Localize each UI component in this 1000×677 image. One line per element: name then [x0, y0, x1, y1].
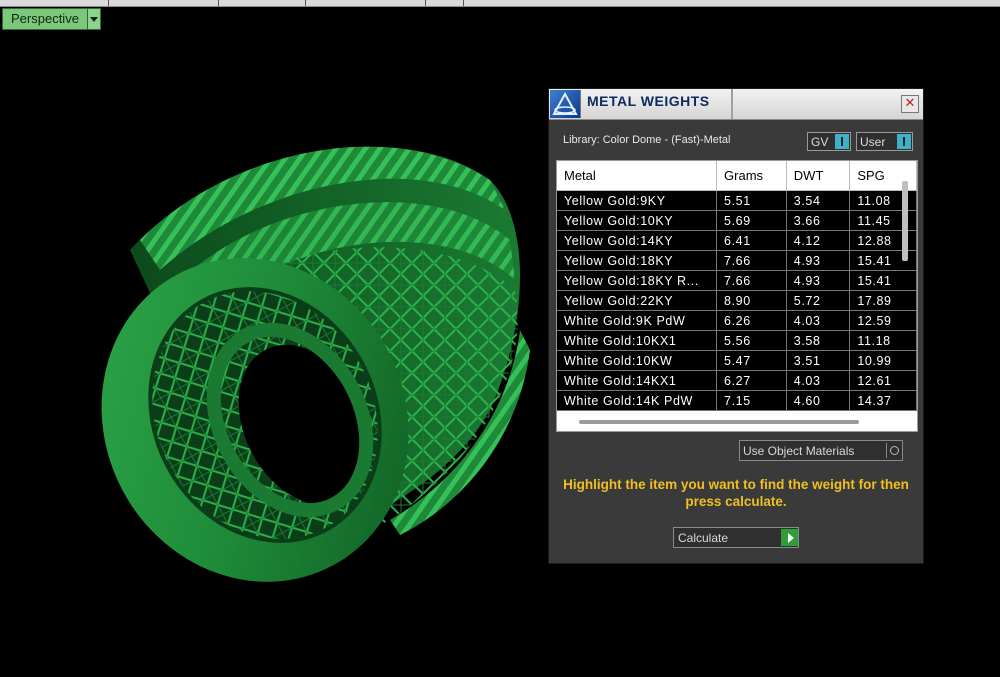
cell-spg: 12.59: [849, 310, 917, 331]
horizontal-scrollbar[interactable]: [579, 420, 859, 424]
cell-metal: White Gold:10KX1: [557, 330, 718, 351]
cell-grams: 7.66: [716, 250, 787, 271]
top-toolbar-strip: [0, 0, 1000, 7]
toggle-knob-icon: [835, 134, 849, 149]
user-toggle[interactable]: User: [856, 132, 913, 151]
title-tab-edge: [731, 89, 733, 119]
gv-toggle[interactable]: GV: [807, 132, 851, 151]
cell-metal: Yellow Gold:18KY: [557, 250, 718, 271]
cell-spg: 15.41: [849, 270, 917, 291]
cell-dwt: 5.72: [786, 290, 851, 311]
cell-spg: 10.99: [849, 350, 917, 371]
metal-weights-panel: METAL WEIGHTS ✕ Library: Color Dome - (F…: [548, 88, 924, 564]
table-row[interactable]: White Gold:14K PdW 7.15 4.60 14.37: [557, 390, 917, 411]
cell-metal: White Gold:14K PdW: [557, 390, 718, 411]
panel-titlebar[interactable]: METAL WEIGHTS ✕: [549, 89, 923, 120]
cell-metal: White Gold:10KW: [557, 350, 718, 371]
cell-spg: 14.37: [849, 390, 917, 411]
cell-dwt: 4.93: [786, 250, 851, 271]
vertical-scrollbar[interactable]: [902, 181, 908, 261]
calculate-button[interactable]: Calculate: [673, 527, 799, 548]
metal-table: Metal Grams DWT SPG Yellow Gold:9KY 5.51 3…: [557, 161, 917, 411]
close-icon[interactable]: ✕: [901, 95, 919, 113]
cell-grams: 7.15: [716, 390, 787, 411]
toolbar-divider: [425, 0, 426, 6]
cell-metal: Yellow Gold:22KY: [557, 290, 718, 311]
toggle-knob-icon: [897, 134, 911, 149]
cell-grams: 8.90: [716, 290, 787, 311]
table-row[interactable]: Yellow Gold:10KY 5.69 3.66 11.45: [557, 210, 917, 231]
cell-spg: 11.18: [849, 330, 917, 351]
cell-grams: 5.47: [716, 350, 787, 371]
cell-metal: White Gold:14KX1: [557, 370, 718, 391]
table-row[interactable]: White Gold:9K PdW 6.26 4.03 12.59: [557, 310, 917, 331]
viewport-label-text: Perspective: [11, 11, 79, 26]
table-row[interactable]: Yellow Gold:22KY 8.90 5.72 17.89: [557, 290, 917, 311]
table-row[interactable]: White Gold:14KX1 6.27 4.03 12.61: [557, 370, 917, 391]
cell-dwt: 4.03: [786, 370, 851, 391]
table-row[interactable]: Yellow Gold:18KY 7.66 4.93 15.41: [557, 250, 917, 271]
instruction-text: Highlight the item you want to find the …: [563, 477, 909, 509]
table-row[interactable]: Yellow Gold:14KY 6.41 4.12 12.88: [557, 230, 917, 251]
toolbar-divider: [218, 0, 219, 6]
panel-title: METAL WEIGHTS: [587, 93, 710, 109]
cell-dwt: 4.60: [786, 390, 851, 411]
cell-metal: Yellow Gold:14KY: [557, 230, 718, 251]
viewport-label[interactable]: Perspective: [2, 8, 101, 30]
cell-dwt: 3.51: [786, 350, 851, 371]
use-object-materials-option[interactable]: Use Object Materials: [739, 440, 903, 461]
table-row[interactable]: Yellow Gold:18KY R... 7.66 4.93 15.41: [557, 270, 917, 291]
cell-grams: 6.27: [716, 370, 787, 391]
cell-grams: 6.26: [716, 310, 787, 331]
metal-table-container[interactable]: Metal Grams DWT SPG Yellow Gold:9KY 5.51 3…: [556, 160, 918, 432]
ring-model[interactable]: [60, 120, 540, 590]
column-header-metal[interactable]: Metal: [557, 161, 718, 191]
cell-grams: 5.69: [716, 210, 787, 231]
toolbar-divider: [463, 0, 464, 6]
table-row[interactable]: White Gold:10KX1 5.56 3.58 11.18: [557, 330, 917, 351]
table-row[interactable]: Yellow Gold:9KY 5.51 3.54 11.08: [557, 190, 917, 211]
cell-grams: 5.51: [716, 190, 787, 211]
cell-grams: 6.41: [716, 230, 787, 251]
calculate-label: Calculate: [678, 530, 729, 545]
cell-dwt: 4.12: [786, 230, 851, 251]
gv-toggle-label: GV: [811, 134, 829, 149]
chevron-down-icon[interactable]: [86, 9, 100, 29]
toolbar-divider: [305, 0, 306, 6]
radio-icon[interactable]: [886, 443, 902, 458]
column-header-grams[interactable]: Grams: [716, 161, 787, 191]
cell-dwt: 3.66: [786, 210, 851, 231]
cell-spg: 12.61: [849, 370, 917, 391]
library-label: Library: Color Dome - (Fast)-Metal: [563, 134, 731, 146]
app-logo-icon: [550, 90, 581, 118]
cell-dwt: 4.93: [786, 270, 851, 291]
use-object-materials-label: Use Object Materials: [743, 443, 855, 458]
toolbar-divider: [108, 0, 109, 6]
cell-metal: White Gold:9K PdW: [557, 310, 718, 331]
cell-spg: 17.89: [849, 290, 917, 311]
cell-metal: Yellow Gold:18KY R...: [557, 270, 718, 291]
cell-metal: Yellow Gold:9KY: [557, 190, 718, 211]
cell-grams: 7.66: [716, 270, 787, 291]
cell-metal: Yellow Gold:10KY: [557, 210, 718, 231]
cell-dwt: 3.54: [786, 190, 851, 211]
cell-dwt: 4.03: [786, 310, 851, 331]
table-row[interactable]: White Gold:10KW 5.47 3.51 10.99: [557, 350, 917, 371]
play-arrow-icon[interactable]: [781, 529, 798, 546]
user-toggle-label: User: [860, 134, 886, 149]
column-header-dwt[interactable]: DWT: [786, 161, 851, 191]
cell-grams: 5.56: [716, 330, 787, 351]
cell-dwt: 3.58: [786, 330, 851, 351]
